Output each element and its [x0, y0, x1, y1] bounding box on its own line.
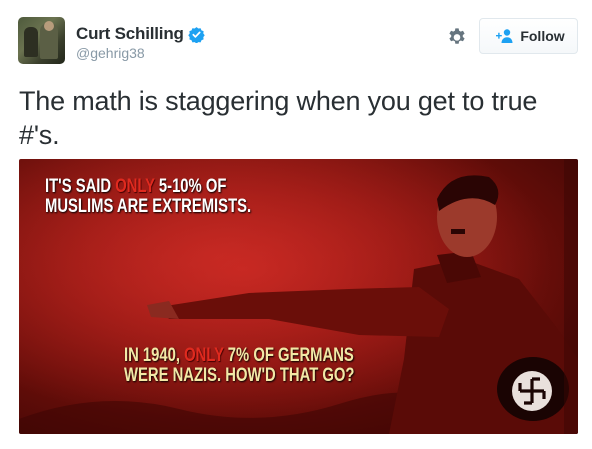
verified-badge-icon — [187, 26, 205, 43]
avatar-figure — [24, 27, 38, 57]
caption-text: 7% OF GERMANS — [223, 345, 354, 366]
caption-text: IT'S SAID — [45, 176, 116, 197]
tweet-text: The math is staggering when you get to t… — [19, 84, 579, 152]
add-user-icon — [496, 29, 513, 43]
caption-text: WERE NAZIS. HOW'D THAT GO? — [124, 365, 355, 386]
avatar-figure — [44, 21, 54, 31]
media-caption-bottom: IN 1940, ONLY 7% OF GERMANS WERE NAZIS. … — [124, 346, 354, 386]
caption-text: IN 1940, — [124, 345, 185, 366]
follow-button[interactable]: Follow — [479, 18, 578, 54]
follow-label: Follow — [520, 28, 565, 44]
user-name-row[interactable]: Curt Schilling — [76, 24, 205, 44]
tweet-text-line: #'s. — [19, 120, 60, 150]
caption-text: 5-10% OF — [154, 176, 227, 197]
tweet: Curt Schilling @gehrig38 Follow The math… — [0, 0, 592, 449]
caption-highlight: ONLY — [115, 176, 155, 197]
display-name[interactable]: Curt Schilling — [76, 24, 184, 44]
media-caption-top: IT'S SAID ONLY 5-10% OF MUSLIMS ARE EXTR… — [45, 177, 251, 217]
caption-highlight: ONLY — [184, 345, 224, 366]
gear-icon[interactable] — [446, 26, 468, 48]
tweet-media-image[interactable]: IT'S SAID ONLY 5-10% OF MUSLIMS ARE EXTR… — [19, 159, 578, 434]
avatar[interactable] — [18, 17, 65, 64]
user-handle[interactable]: @gehrig38 — [76, 45, 145, 61]
caption-text: MUSLIMS ARE EXTREMISTS. — [45, 196, 252, 217]
tweet-text-line: The math is staggering when you get to t… — [19, 86, 538, 116]
